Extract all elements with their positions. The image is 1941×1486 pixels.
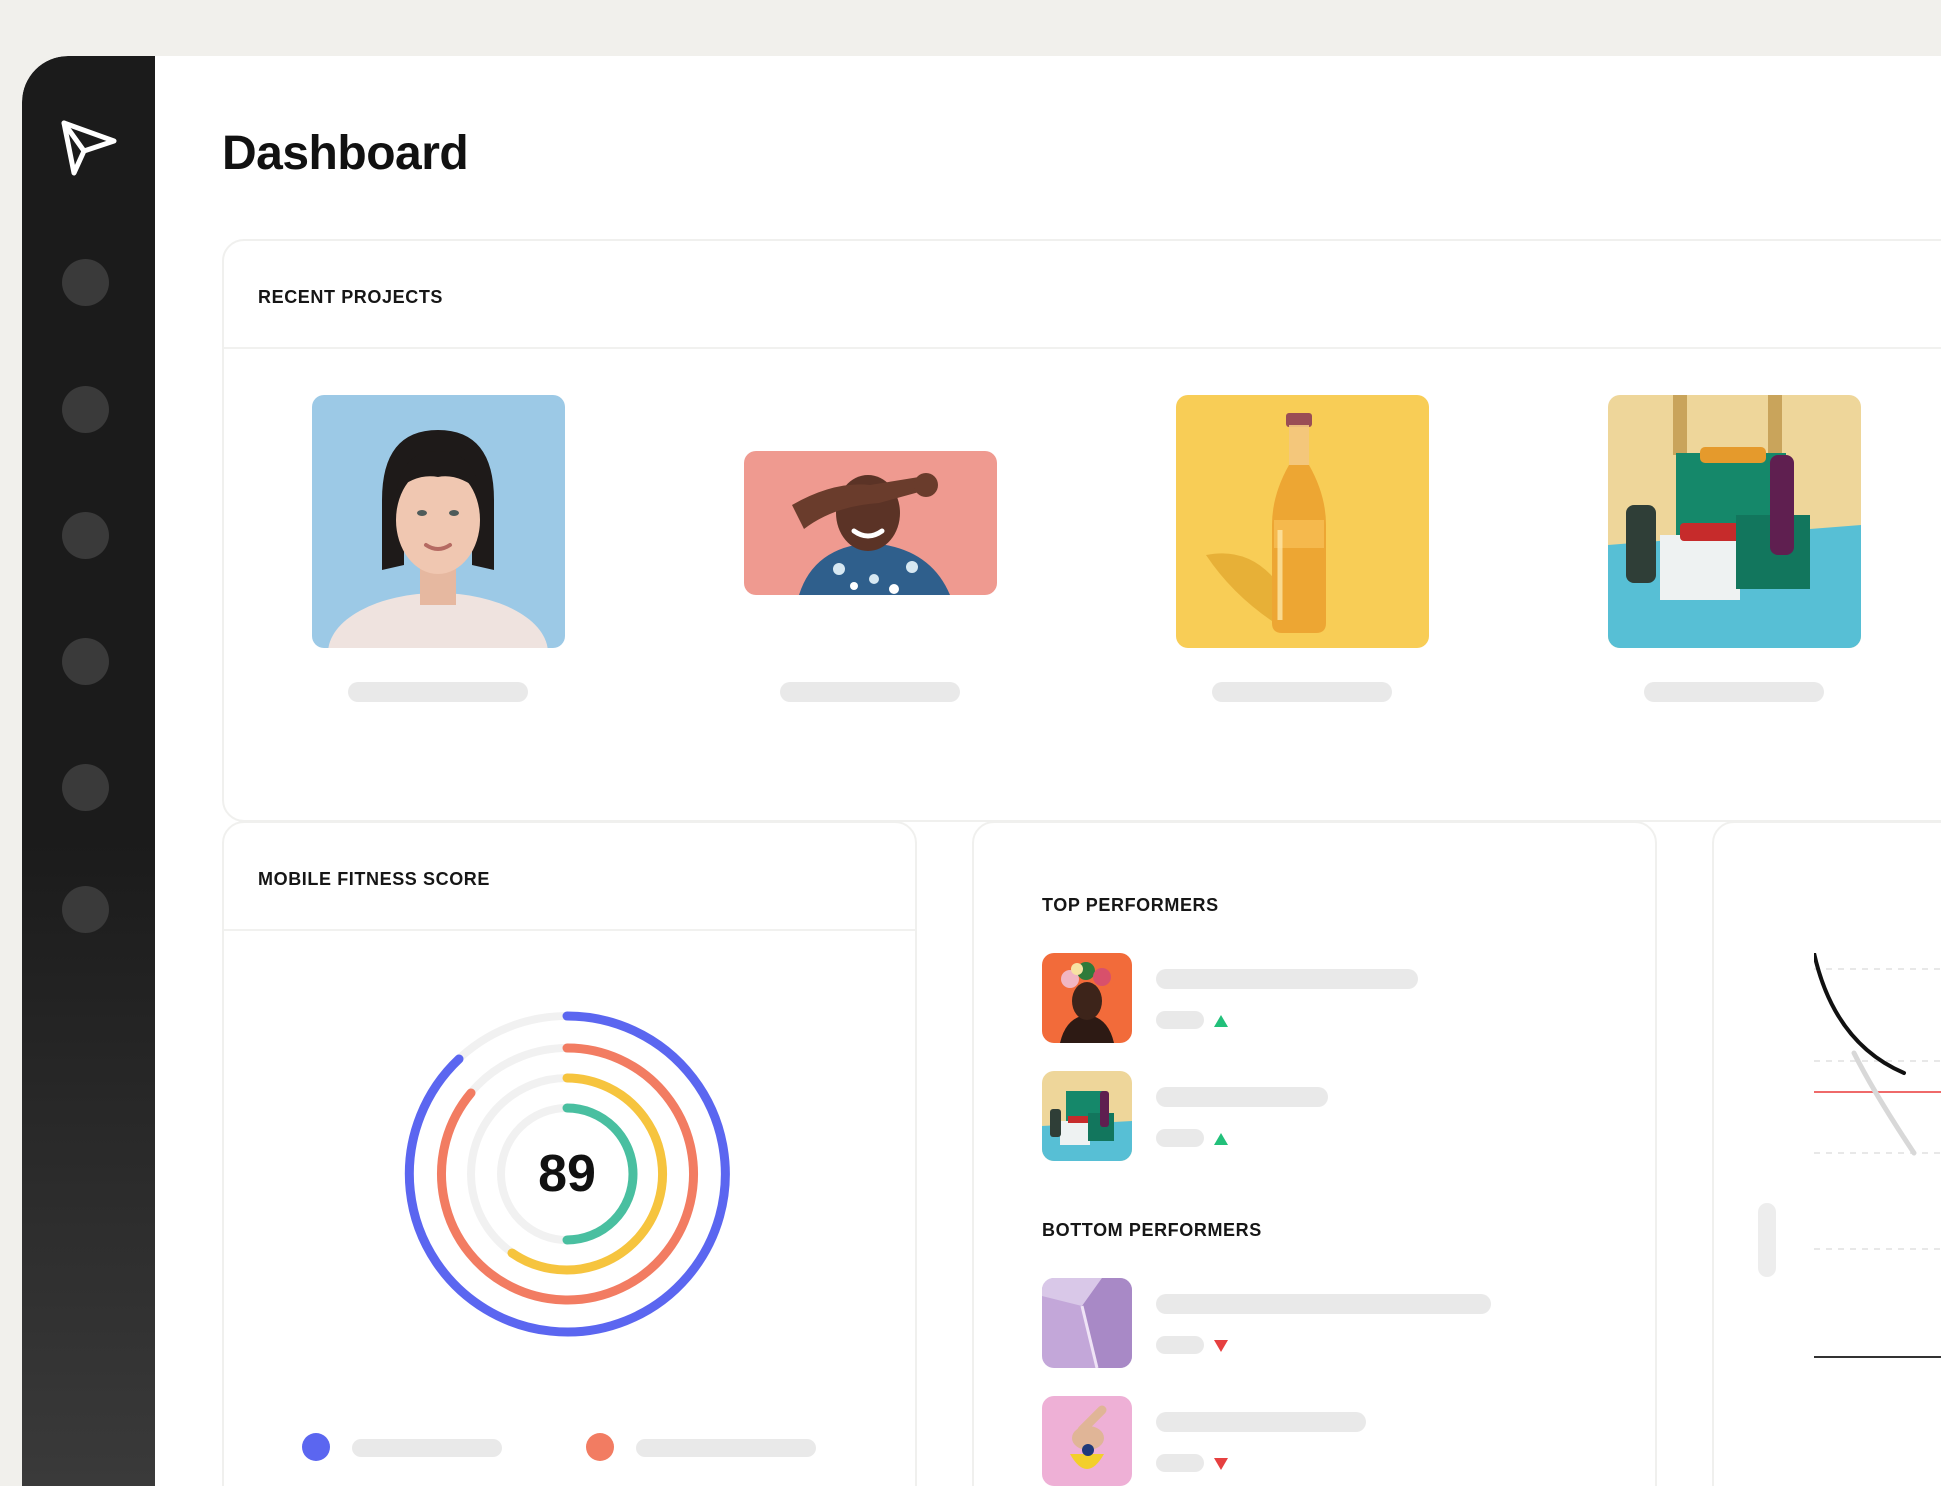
performer-thumbnail[interactable] [1042, 953, 1132, 1043]
performer-value-placeholder [1156, 1336, 1204, 1354]
sidebar-item-4[interactable] [62, 638, 109, 685]
performer-name-placeholder [1156, 969, 1418, 989]
project-label-placeholder [1644, 682, 1824, 702]
trend-chart-card [1712, 821, 1941, 1486]
bottom-performers-title: BOTTOM PERFORMERS [1042, 1220, 1262, 1240]
project-thumbnail-product-blocks[interactable] [1608, 395, 1861, 648]
legend-dot-blue [302, 1433, 330, 1461]
project-label-placeholder [780, 682, 960, 702]
fitness-score-value: 89 [538, 1145, 596, 1203]
project-thumbnail-man-pink[interactable] [744, 451, 997, 595]
page-title: Dashboard [222, 127, 469, 180]
trend-line-secondary [1851, 1050, 1917, 1156]
legend-dot-coral [586, 1433, 614, 1461]
recent-projects-card: RECENT PROJECTS [222, 239, 1941, 822]
legend-label-placeholder [352, 1439, 502, 1457]
trend-down-icon [1214, 1340, 1228, 1352]
performer-value-placeholder [1156, 1129, 1204, 1147]
sidebar-item-2[interactable] [62, 386, 109, 433]
performers-card: TOP PERFORMERS BOTTOM PERFORMERS [972, 821, 1657, 1486]
card-header: MOBILE FITNESS SCORE [224, 823, 915, 931]
performer-name-placeholder [1156, 1087, 1328, 1107]
project-thumbnail-portrait-woman[interactable] [312, 395, 565, 648]
sidebar-item-1[interactable] [62, 259, 109, 306]
legend-label-placeholder [636, 1439, 816, 1457]
performer-name-placeholder [1156, 1294, 1491, 1314]
card-title: MOBILE FITNESS SCORE [258, 869, 491, 889]
card-title: RECENT PROJECTS [258, 287, 444, 307]
top-performers-title: TOP PERFORMERS [1042, 895, 1219, 915]
project-label-placeholder [348, 682, 528, 702]
trend-down-icon [1214, 1458, 1228, 1470]
performer-name-placeholder [1156, 1412, 1366, 1432]
project-thumbnail-bottle[interactable] [1176, 395, 1429, 648]
chart-scroll-handle[interactable] [1758, 1203, 1776, 1277]
paper-plane-icon[interactable] [60, 119, 118, 177]
project-label-placeholder [1212, 682, 1392, 702]
performer-value-placeholder [1156, 1454, 1204, 1472]
sidebar [22, 56, 155, 1486]
fitness-score-rings: 89 [402, 1009, 732, 1339]
app-window: Dashboard RECENT PROJECTS MOBILE FITNESS… [22, 56, 1941, 1486]
performer-thumbnail[interactable] [1042, 1071, 1132, 1161]
trend-up-icon [1214, 1133, 1228, 1145]
sidebar-item-5[interactable] [62, 764, 109, 811]
mobile-fitness-card: MOBILE FITNESS SCORE 89 [222, 821, 917, 1486]
sidebar-item-3[interactable] [62, 512, 109, 559]
performer-thumbnail[interactable] [1042, 1396, 1132, 1486]
performer-value-placeholder [1156, 1011, 1204, 1029]
sidebar-item-6[interactable] [62, 886, 109, 933]
trend-line-primary [1814, 953, 1906, 1075]
performer-thumbnail[interactable] [1042, 1278, 1132, 1368]
trend-up-icon [1214, 1015, 1228, 1027]
trend-line-chart [1814, 953, 1941, 1358]
card-header: RECENT PROJECTS [224, 241, 1941, 349]
